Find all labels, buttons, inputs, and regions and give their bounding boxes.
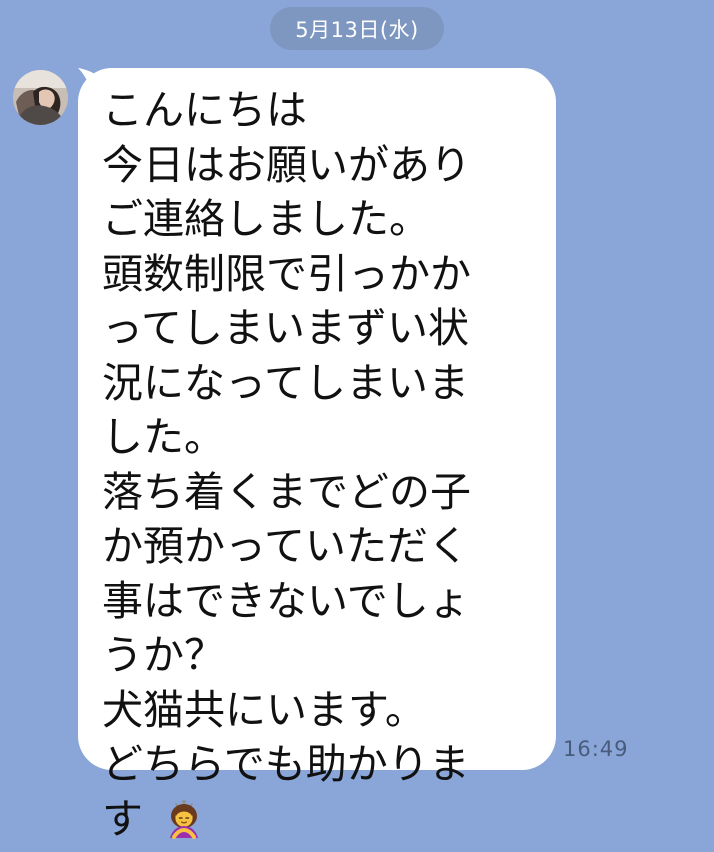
date-label: 5月13日(水) <box>295 17 419 42</box>
message-line: 事はできないでしょ <box>102 576 470 625</box>
message-line-last: す <box>102 792 542 847</box>
message-line: 犬猫共にいます。 <box>102 685 426 734</box>
message-line: 頭数制限で引っかか <box>102 249 471 298</box>
avatar[interactable] <box>13 70 68 125</box>
message-line: 況になってしまいま <box>102 358 469 407</box>
message-line: うか？ <box>102 631 225 679</box>
message-line: 今日はお願いがあり <box>102 140 471 189</box>
person-bowing-icon <box>164 798 204 839</box>
incoming-message[interactable]: こんにちは 今日はお願いがあり ご連絡しました。 頭数制限で引っかか ってしまい… <box>78 68 556 843</box>
message-timestamp: 16:49 <box>563 737 629 761</box>
message-line: か預かっていただく <box>102 522 469 570</box>
message-line-text: す <box>102 794 143 843</box>
message-line: こんにちは <box>102 86 307 134</box>
message-line: ってしまいまずい状 <box>102 304 469 352</box>
message-text: こんにちは 今日はお願いがあり ご連絡しました。 頭数制限で引っかか ってしまい… <box>102 83 542 846</box>
avatar-photo-icon <box>13 70 68 125</box>
message-bubble[interactable]: こんにちは 今日はお願いがあり ご連絡しました。 頭数制限で引っかか ってしまい… <box>78 68 556 843</box>
message-line: 落ち着くまでどの子 <box>102 467 471 516</box>
message-line: どちらでも助かりま <box>102 740 470 788</box>
chat-screen: 5月13日(水) こんにちは 今日はお願いがあり ご連絡しました。 頭数制限で引… <box>0 0 714 843</box>
message-line: ご連絡しました。 <box>102 195 430 243</box>
message-line: した。 <box>102 413 225 461</box>
date-separator-pill: 5月13日(水) <box>270 7 444 50</box>
